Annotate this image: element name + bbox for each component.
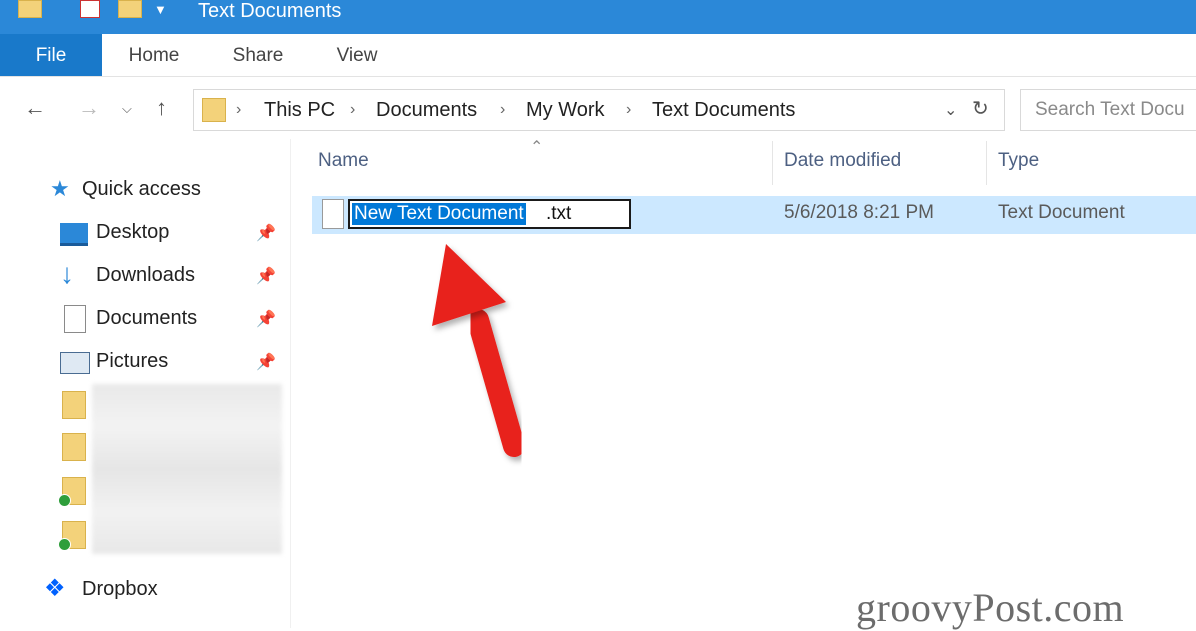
sidebar-item-downloads[interactable]: ↓ Downloads 📌: [0, 256, 290, 296]
sidebar-item-label: Desktop: [96, 221, 170, 243]
dropbox-icon: ❖: [44, 575, 66, 602]
breadcrumb-separator-icon[interactable]: ›: [236, 90, 241, 130]
rename-extension-text: .txt: [546, 203, 572, 224]
up-arrow-icon[interactable]: ↑: [156, 95, 167, 121]
title-bar: ▼ Text Documents: [0, 0, 1196, 34]
sidebar-item-dropbox[interactable]: ❖ Dropbox: [0, 570, 290, 610]
tab-home[interactable]: Home: [112, 34, 196, 76]
file-list: ⌃ Name Date modified Type New Text Docum…: [292, 139, 1196, 628]
tab-file[interactable]: File: [0, 34, 102, 76]
documents-icon: [64, 305, 86, 333]
properties-icon[interactable]: [80, 0, 100, 18]
search-box[interactable]: [1020, 89, 1196, 131]
folder-icon[interactable]: [62, 391, 86, 419]
column-header-type[interactable]: Type: [998, 150, 1039, 172]
column-header-date-modified[interactable]: Date modified: [784, 150, 901, 172]
search-input[interactable]: [1021, 90, 1196, 130]
download-icon: ↓: [60, 258, 74, 289]
forward-arrow-icon[interactable]: →: [78, 95, 100, 121]
rename-field[interactable]: New Text Document .txt: [348, 199, 631, 229]
sort-ascending-icon: ⌃: [530, 139, 544, 156]
sidebar-item-desktop[interactable]: Desktop 📌: [0, 213, 290, 253]
sidebar-item-label: Quick access: [82, 178, 201, 200]
column-divider[interactable]: [986, 141, 987, 185]
folder-icon[interactable]: [62, 433, 86, 461]
rename-selected-text: New Text Document: [352, 203, 526, 225]
breadcrumb-text-documents[interactable]: Text Documents: [652, 90, 795, 130]
new-folder-icon[interactable]: [118, 0, 142, 18]
pin-icon[interactable]: 📌: [256, 352, 276, 372]
recent-locations-chevron-icon[interactable]: ⌵: [122, 101, 132, 117]
table-row[interactable]: New Text Document .txt 5/6/2018 8:21 PM …: [312, 196, 1196, 234]
breadcrumb-this-pc[interactable]: This PC: [264, 90, 335, 130]
sidebar-item-label: Dropbox: [82, 578, 158, 600]
desktop-icon: [60, 223, 88, 246]
pin-icon[interactable]: 📌: [256, 223, 276, 243]
folder-icon: [202, 98, 226, 122]
navigation-bar: ← → ⌵ ↑ › This PC › Documents › My Work …: [0, 77, 1196, 139]
star-icon: ★: [50, 176, 70, 201]
tab-share[interactable]: Share: [218, 34, 298, 76]
navigation-pane: ★ Quick access Desktop 📌 ↓ Downloads 📌 D…: [0, 139, 290, 628]
watermark: groovyPost.com: [856, 585, 1125, 630]
sidebar-item-quick-access[interactable]: ★ Quick access: [0, 170, 290, 210]
breadcrumb-separator-icon[interactable]: ›: [500, 90, 505, 130]
address-bar[interactable]: › This PC › Documents › My Work › Text D…: [193, 89, 1005, 131]
breadcrumb-separator-icon[interactable]: ›: [350, 90, 355, 130]
sidebar-item-pictures[interactable]: Pictures 📌: [0, 342, 290, 382]
customize-toolbar-icon[interactable]: ▼: [154, 2, 167, 17]
blurred-folder-names: [92, 384, 282, 554]
sidebar-item-label: Documents: [96, 307, 198, 329]
type-cell: Text Document: [998, 202, 1125, 223]
pin-icon[interactable]: 📌: [256, 309, 276, 329]
window-title: Text Documents: [198, 0, 342, 22]
pin-icon[interactable]: 📌: [256, 266, 276, 286]
sync-status-icon: [58, 538, 71, 551]
sidebar-item-label: Pictures: [96, 350, 169, 372]
date-modified-cell: 5/6/2018 8:21 PM: [784, 202, 934, 223]
tab-view[interactable]: View: [322, 34, 392, 76]
back-arrow-icon[interactable]: ←: [24, 95, 46, 121]
pictures-icon: [60, 352, 90, 374]
breadcrumb-my-work[interactable]: My Work: [526, 90, 605, 130]
column-divider[interactable]: [772, 141, 773, 185]
sidebar-item-documents[interactable]: Documents 📌: [0, 299, 290, 339]
breadcrumb-documents[interactable]: Documents: [376, 90, 477, 130]
breadcrumb-separator-icon[interactable]: ›: [626, 90, 631, 130]
refresh-icon[interactable]: ↻: [972, 96, 989, 121]
sync-status-icon: [58, 494, 71, 507]
column-header-name[interactable]: Name: [318, 150, 369, 172]
pane-divider[interactable]: [290, 139, 291, 628]
sidebar-item-label: Downloads: [96, 264, 195, 286]
text-file-icon: [322, 199, 344, 229]
folder-icon: [18, 0, 42, 18]
ribbon-tabs: File Home Share View: [0, 34, 1196, 77]
address-dropdown-chevron-icon[interactable]: ⌄: [944, 100, 957, 120]
